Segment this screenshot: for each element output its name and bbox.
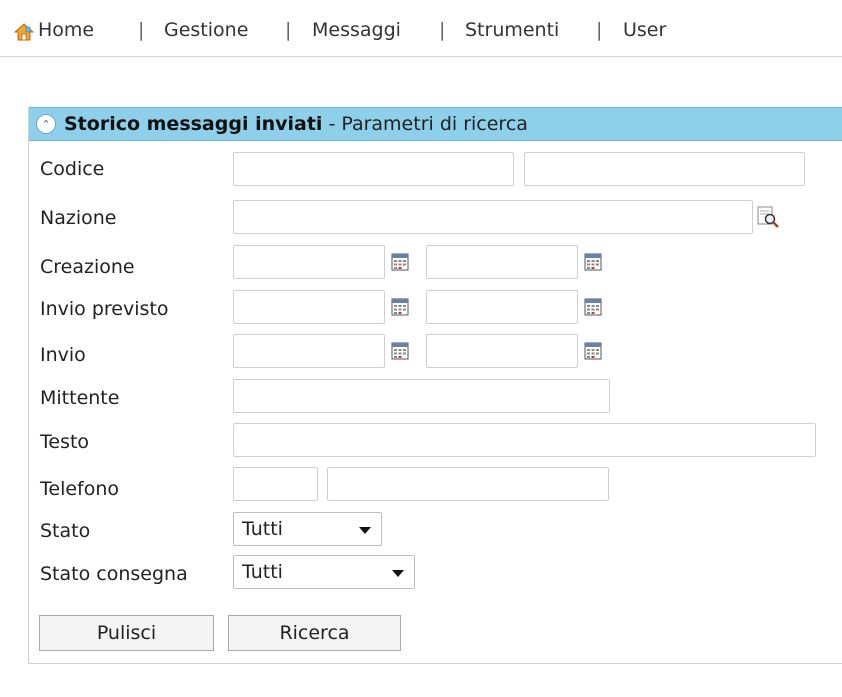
- chevron-down-icon: [359, 527, 371, 534]
- nav-separator: |: [439, 19, 446, 41]
- ricerca-button[interactable]: Ricerca: [228, 615, 401, 651]
- telefono-number-input[interactable]: [327, 467, 609, 501]
- label-telefono: Telefono: [40, 478, 120, 500]
- codice-from-input[interactable]: [233, 152, 514, 186]
- nav-separator: |: [596, 19, 603, 41]
- pulisci-button[interactable]: Pulisci: [39, 615, 214, 651]
- top-nav-bar: Home | Gestione | Messaggi | Strumenti |…: [0, 0, 842, 57]
- nav-strumenti[interactable]: Strumenti: [465, 19, 559, 41]
- calendar-icon[interactable]: [391, 253, 409, 271]
- calendar-icon[interactable]: [584, 342, 602, 360]
- stato-consegna-select[interactable]: Tutti: [233, 555, 415, 589]
- nav-gestione[interactable]: Gestione: [164, 19, 248, 41]
- panel-title: Storico messaggi inviati: [64, 113, 323, 135]
- creazione-from-input[interactable]: [233, 245, 385, 279]
- chevron-down-icon: [392, 570, 404, 577]
- collapse-up-icon[interactable]: ⌃: [36, 114, 56, 134]
- invio-to-input[interactable]: [426, 334, 578, 368]
- mittente-input[interactable]: [233, 379, 610, 413]
- telefono-prefix-input[interactable]: [233, 467, 318, 501]
- invio-from-input[interactable]: [233, 334, 385, 368]
- nav-messaggi[interactable]: Messaggi: [312, 19, 401, 41]
- creazione-to-input[interactable]: [426, 245, 578, 279]
- calendar-icon[interactable]: [391, 342, 409, 360]
- label-nazione: Nazione: [40, 207, 117, 229]
- invio-previsto-to-input[interactable]: [426, 290, 578, 324]
- nav-user[interactable]: User: [623, 19, 666, 41]
- stato-consegna-select-value: Tutti: [242, 561, 283, 583]
- label-stato: Stato: [40, 520, 91, 542]
- label-codice: Codice: [40, 158, 105, 180]
- invio-previsto-from-input[interactable]: [233, 290, 385, 324]
- nav-separator: |: [138, 19, 145, 41]
- nav-home[interactable]: Home: [38, 19, 94, 41]
- calendar-icon[interactable]: [391, 298, 409, 316]
- label-creazione: Creazione: [40, 256, 135, 278]
- label-mittente: Mittente: [40, 387, 120, 409]
- label-stato-consegna: Stato consegna: [40, 563, 188, 585]
- nazione-input[interactable]: [233, 200, 753, 234]
- nav-separator: |: [285, 19, 292, 41]
- home-icon[interactable]: [14, 22, 34, 42]
- label-invio: Invio: [40, 344, 86, 366]
- label-invio-previsto: Invio previsto: [40, 298, 169, 320]
- stato-select-value: Tutti: [242, 518, 283, 540]
- stato-select[interactable]: Tutti: [233, 512, 382, 546]
- magnifier-lookup-icon[interactable]: [757, 206, 779, 228]
- testo-input[interactable]: [233, 423, 816, 457]
- codice-to-input[interactable]: [524, 152, 805, 186]
- label-testo: Testo: [40, 431, 90, 453]
- panel-subtitle: - Parametri di ricerca: [328, 113, 528, 135]
- calendar-icon[interactable]: [584, 253, 602, 271]
- calendar-icon[interactable]: [584, 298, 602, 316]
- panel-header: ⌃ Storico messaggi inviati - Parametri d…: [29, 107, 842, 141]
